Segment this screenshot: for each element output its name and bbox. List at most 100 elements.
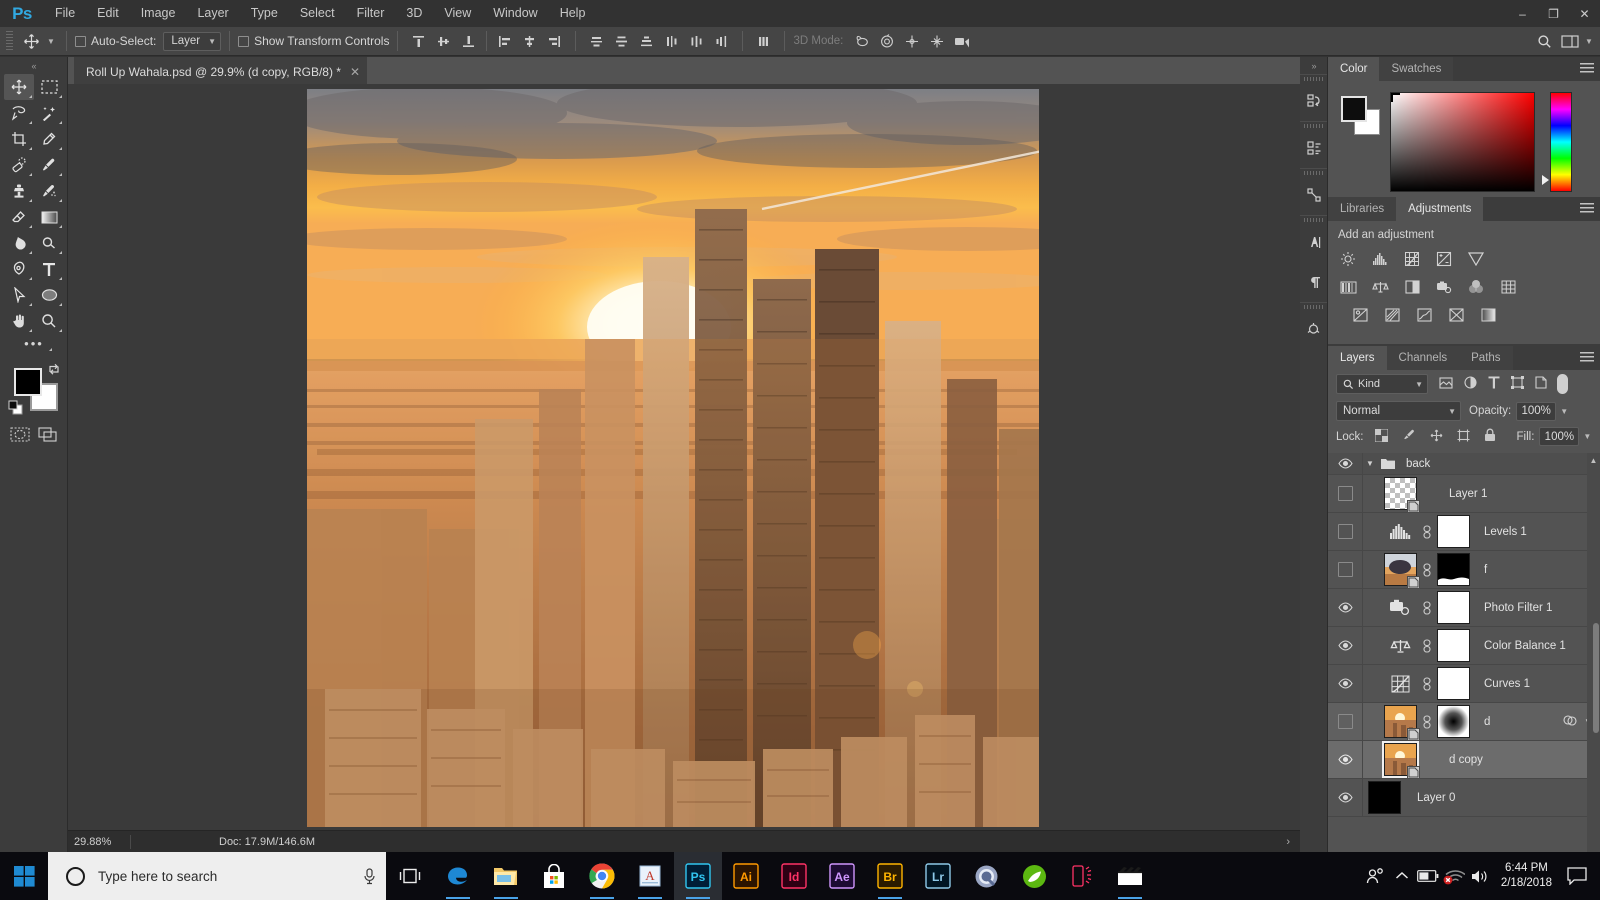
menu-file[interactable]: File: [44, 0, 86, 27]
layer-row-photo-filter-1[interactable]: Photo Filter 1: [1328, 589, 1600, 627]
tool-gradient[interactable]: [34, 204, 64, 230]
layer-name[interactable]: d: [1484, 716, 1490, 728]
filter-smart-object-icon[interactable]: [1535, 376, 1547, 392]
distribute-top-edges-button[interactable]: [584, 30, 609, 52]
align-horizontal-centers-button[interactable]: [517, 30, 542, 52]
adjustments-panel-menu-icon[interactable]: [1580, 203, 1594, 215]
taskbar-app-lightroom[interactable]: Lr: [914, 852, 962, 900]
brightness-contrast-icon[interactable]: [1338, 250, 1358, 268]
pan-3d-icon[interactable]: [899, 30, 924, 52]
threshold-icon[interactable]: [1414, 306, 1434, 324]
camera-3d-icon[interactable]: [949, 30, 974, 52]
taskbar-app-edge[interactable]: [434, 852, 482, 900]
color-panel-menu-icon[interactable]: [1580, 63, 1594, 75]
layer-thumbnail[interactable]: [1384, 705, 1420, 741]
visibility-toggle[interactable]: [1328, 551, 1362, 588]
rail-expand-button[interactable]: »: [1300, 57, 1327, 74]
taskbar-app-quicktime[interactable]: [962, 852, 1010, 900]
lock-position-icon[interactable]: [1430, 429, 1443, 445]
filter-toggle-switch[interactable]: [1557, 374, 1568, 394]
gradient-map-icon[interactable]: [1478, 306, 1498, 324]
tab-color[interactable]: Color: [1328, 57, 1380, 81]
taskbar-app-leaf[interactable]: [1010, 852, 1058, 900]
link-mask-icon[interactable]: [1417, 676, 1437, 691]
history-icon[interactable]: [1300, 81, 1328, 121]
tool-dodge[interactable]: [34, 230, 64, 256]
layer-name[interactable]: Levels 1: [1484, 526, 1527, 538]
tool-eyedropper[interactable]: [34, 126, 64, 152]
layer-row-levels-1[interactable]: Levels 1: [1328, 513, 1600, 551]
tab-libraries[interactable]: Libraries: [1328, 197, 1397, 221]
document-canvas[interactable]: [307, 89, 1039, 827]
filter-adjustment-icon[interactable]: [1464, 376, 1477, 392]
visibility-toggle[interactable]: [1328, 779, 1362, 816]
tool-type[interactable]: [34, 256, 64, 282]
align-bottom-edges-button[interactable]: [456, 30, 481, 52]
hue-saturation-icon[interactable]: [1338, 278, 1358, 296]
minimize-button[interactable]: –: [1507, 0, 1538, 27]
distribute-left-edges-button[interactable]: [659, 30, 684, 52]
fill-caret-icon[interactable]: ▼: [1583, 432, 1591, 441]
taskbar-app-aftereffects[interactable]: Ae: [818, 852, 866, 900]
menu-help[interactable]: Help: [549, 0, 597, 27]
link-mask-icon[interactable]: [1417, 562, 1437, 577]
visibility-toggle[interactable]: [1328, 475, 1362, 512]
filter-pixel-icon[interactable]: [1439, 376, 1453, 392]
layer-mask-thumbnail[interactable]: [1437, 705, 1470, 738]
move-tool-icon[interactable]: [18, 30, 44, 52]
visibility-checkbox[interactable]: [1337, 562, 1353, 577]
battery-icon[interactable]: [1415, 852, 1441, 900]
search-box[interactable]: Type here to search: [48, 852, 386, 900]
tool-blur[interactable]: [4, 230, 34, 256]
tool-preset-caret-icon[interactable]: ▼: [44, 37, 58, 46]
layer-name[interactable]: Layer 0: [1417, 792, 1455, 804]
canvas-area[interactable]: [68, 84, 1300, 830]
notification-icon[interactable]: [1560, 852, 1594, 900]
layer-mask-thumbnail[interactable]: [1437, 553, 1470, 586]
people-icon[interactable]: [1363, 852, 1389, 900]
tool-rectangular-marquee[interactable]: [34, 74, 64, 100]
maximize-button[interactable]: ❐: [1538, 0, 1569, 27]
layer-row-color-balance-1[interactable]: Color Balance 1: [1328, 627, 1600, 665]
layer-name[interactable]: Curves 1: [1484, 678, 1530, 690]
taskbar-app-chrome[interactable]: [578, 852, 626, 900]
tool-history-brush[interactable]: [34, 178, 64, 204]
scrollbar-thumb[interactable]: [1593, 623, 1599, 733]
swap-colors-icon[interactable]: [47, 362, 61, 376]
workspace-switcher-icon[interactable]: [1557, 30, 1582, 52]
layer-name[interactable]: Color Balance 1: [1484, 640, 1566, 652]
taskbar-app-device[interactable]: [1058, 852, 1106, 900]
visibility-checkbox[interactable]: [1337, 486, 1353, 501]
tool-hand[interactable]: [4, 308, 34, 334]
layer-mask-thumbnail[interactable]: [1437, 667, 1470, 700]
options-bar-grip[interactable]: [6, 31, 13, 51]
distribute-right-edges-button[interactable]: [709, 30, 734, 52]
link-mask-icon[interactable]: [1417, 638, 1437, 653]
taskbar-clock[interactable]: 6:44 PM 2/18/2018: [1493, 861, 1560, 891]
layer-row-d-copy[interactable]: d copy: [1328, 741, 1600, 779]
menu-edit[interactable]: Edit: [86, 0, 130, 27]
tab-adjustments[interactable]: Adjustments: [1396, 197, 1484, 221]
rotate-3d-icon[interactable]: [849, 30, 874, 52]
layer-name[interactable]: f: [1484, 564, 1487, 576]
hue-slider-handle[interactable]: [1542, 175, 1549, 185]
photo-filter-icon[interactable]: [1434, 278, 1454, 296]
network-error-icon[interactable]: [1441, 852, 1467, 900]
chevron-up-icon[interactable]: [1389, 852, 1415, 900]
filter-kind-dropdown[interactable]: Kind ▼: [1336, 374, 1428, 394]
visibility-toggle[interactable]: [1328, 703, 1362, 740]
workspace-caret-icon[interactable]: ▼: [1582, 37, 1596, 46]
filter-shape-icon[interactable]: [1510, 375, 1525, 392]
microphone-icon[interactable]: [363, 867, 376, 885]
color-balance-icon[interactable]: [1370, 278, 1390, 296]
layer-thumbnail[interactable]: [1384, 553, 1420, 589]
tool-crop[interactable]: [4, 126, 34, 152]
curves-icon[interactable]: [1402, 250, 1422, 268]
visibility-toggle[interactable]: [1328, 513, 1362, 550]
taskbar-app-bridge[interactable]: Br: [866, 852, 914, 900]
tool-eraser[interactable]: [4, 204, 34, 230]
color-lookup-icon[interactable]: [1498, 278, 1518, 296]
levels-icon[interactable]: [1370, 250, 1390, 268]
menu-filter[interactable]: Filter: [346, 0, 396, 27]
document-tab[interactable]: Roll Up Wahala.psd @ 29.9% (d copy, RGB/…: [74, 57, 368, 84]
